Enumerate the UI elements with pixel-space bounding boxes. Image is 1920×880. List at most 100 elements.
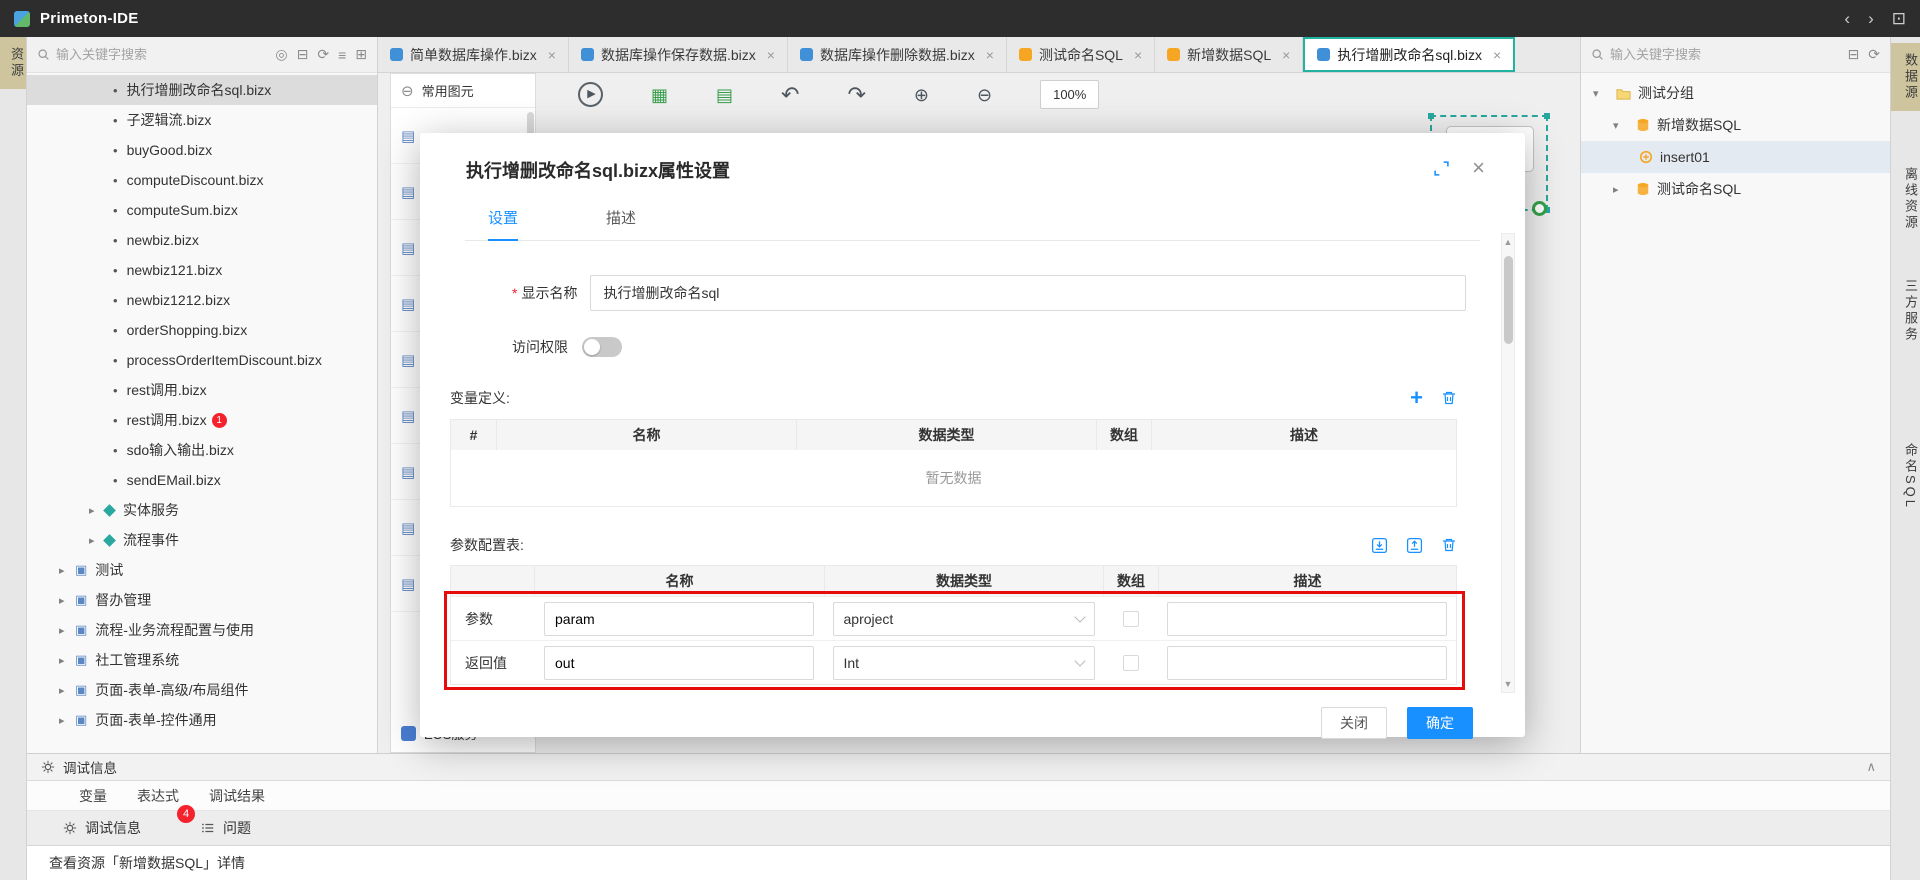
- array-checkbox[interactable]: [1123, 611, 1139, 627]
- tree-item-file[interactable]: •rest调用.bizx1: [27, 405, 377, 435]
- nav-back-icon[interactable]: ‹: [1844, 9, 1850, 29]
- tree-item-sql-statement[interactable]: insert01: [1581, 141, 1890, 173]
- param-desc-input[interactable]: [1167, 646, 1447, 680]
- add-variable-icon[interactable]: +: [1410, 387, 1423, 409]
- collapse-all-icon[interactable]: ⊟: [1848, 46, 1860, 63]
- expand-arrow-icon[interactable]: ▾: [1593, 87, 1603, 100]
- tab-debug-info[interactable]: 调试信息: [63, 818, 141, 838]
- tree-item-file[interactable]: •computeDiscount.bizx: [27, 165, 377, 195]
- editor-tab[interactable]: 数据库操作删除数据.bizx×: [788, 37, 1007, 72]
- selection-handle[interactable]: [1428, 113, 1434, 119]
- right-search-input[interactable]: [1610, 47, 1842, 62]
- close-button[interactable]: 关闭: [1321, 707, 1387, 739]
- strip-tab-named-sql[interactable]: 命名SQL: [1891, 433, 1920, 520]
- tab-close-icon[interactable]: ×: [1282, 47, 1290, 63]
- new-file-icon[interactable]: ⊞: [355, 46, 367, 63]
- tree-item-file[interactable]: •newbiz1212.bizx: [27, 285, 377, 315]
- tree-item-project[interactable]: ▸▣社工管理系统: [27, 645, 377, 675]
- param-desc-input[interactable]: [1167, 602, 1447, 636]
- zoom-out-icon[interactable]: ⊖: [977, 86, 992, 104]
- expand-arrow-icon[interactable]: ▸: [59, 564, 69, 577]
- array-checkbox[interactable]: [1123, 655, 1139, 671]
- import-icon[interactable]: [1371, 537, 1388, 554]
- export-icon[interactable]: [1406, 537, 1423, 554]
- tab-close-icon[interactable]: ×: [1134, 47, 1142, 63]
- tree-item-file[interactable]: •buyGood.bizx: [27, 135, 377, 165]
- tree-item-file[interactable]: •newbiz121.bizx: [27, 255, 377, 285]
- expand-arrow-icon[interactable]: ▸: [1613, 183, 1623, 196]
- tree-item-file[interactable]: •newbiz.bizx: [27, 225, 377, 255]
- subtab-debug-result[interactable]: 调试结果: [209, 786, 265, 810]
- tree-item-file[interactable]: •processOrderItemDiscount.bizx: [27, 345, 377, 375]
- editor-tab[interactable]: 简单数据库操作.bizx×: [378, 37, 569, 72]
- left-search-input[interactable]: [56, 47, 269, 62]
- tree-item-file[interactable]: •执行增删改命名sql.bizx: [27, 75, 377, 105]
- tab-close-icon[interactable]: ×: [767, 47, 775, 63]
- close-icon[interactable]: ×: [1472, 157, 1485, 179]
- tree-item-sql[interactable]: ▸ 测试命名SQL: [1581, 173, 1890, 205]
- strip-tab-datasource[interactable]: 数据源: [1891, 43, 1920, 111]
- editor-tab-active[interactable]: 执行增删改命名sql.bizx×: [1303, 37, 1515, 72]
- redo-icon[interactable]: ↷: [847, 84, 865, 106]
- param-type-select[interactable]: aproject: [833, 602, 1095, 636]
- tree-item-project[interactable]: ▸▣页面-表单-高级/布局组件: [27, 675, 377, 705]
- scrollbar-thumb[interactable]: [1504, 256, 1513, 344]
- tree-item-service-group[interactable]: ▸实体服务: [27, 495, 377, 525]
- layout-toggle-icon[interactable]: ⊡: [1892, 9, 1906, 29]
- delete-param-icon[interactable]: [1441, 537, 1457, 553]
- subtab-expressions[interactable]: 表达式: [137, 786, 179, 810]
- tree-item-project[interactable]: ▸▣督办管理: [27, 585, 377, 615]
- editor-tab[interactable]: 新增数据SQL×: [1155, 37, 1303, 72]
- param-type-select[interactable]: Int: [833, 646, 1095, 680]
- scroll-up-icon[interactable]: ▲: [1504, 237, 1513, 247]
- panel-collapse-icon[interactable]: ∧: [1866, 759, 1876, 775]
- tab-problems[interactable]: 4 问题: [201, 818, 251, 838]
- tree-item-file[interactable]: •rest调用.bizx: [27, 375, 377, 405]
- expand-arrow-icon[interactable]: ▾: [1613, 119, 1623, 132]
- undo-icon[interactable]: ↶: [781, 84, 799, 106]
- zoom-level-control[interactable]: 100%: [1040, 80, 1099, 109]
- locate-icon[interactable]: ◎: [275, 46, 287, 63]
- collapse-section-icon[interactable]: ⊖: [401, 82, 414, 100]
- debug-run-icon[interactable]: ▶: [578, 82, 603, 107]
- tree-item-service-group[interactable]: ▸流程事件: [27, 525, 377, 555]
- tree-item-file[interactable]: •computeSum.bizx: [27, 195, 377, 225]
- nav-forward-icon[interactable]: ›: [1868, 9, 1874, 29]
- expand-arrow-icon[interactable]: ▸: [59, 594, 69, 607]
- element-grid-icon[interactable]: ▦: [651, 86, 668, 104]
- maximize-icon[interactable]: [1433, 160, 1450, 177]
- tab-close-icon[interactable]: ×: [986, 47, 994, 63]
- refresh-icon[interactable]: ⟳: [317, 46, 329, 63]
- tab-close-icon[interactable]: ×: [1493, 47, 1501, 63]
- tree-item-project[interactable]: ▸▣流程-业务流程配置与使用: [27, 615, 377, 645]
- strip-tab-resources[interactable]: 资源: [0, 37, 26, 89]
- tree-item-file[interactable]: •子逻辑流.bizx: [27, 105, 377, 135]
- collapse-all-icon[interactable]: ⊟: [297, 46, 309, 63]
- tree-item-group[interactable]: ▾ 测试分组: [1581, 77, 1890, 109]
- expand-arrow-icon[interactable]: ▸: [59, 714, 69, 727]
- display-name-input[interactable]: [590, 275, 1466, 311]
- tree-item-file[interactable]: •sendEMail.bizx: [27, 465, 377, 495]
- expand-arrow-icon[interactable]: ▸: [59, 654, 69, 667]
- tree-item-project[interactable]: ▸▣页面-表单-控件通用: [27, 705, 377, 735]
- node-connector-port[interactable]: [1532, 201, 1547, 216]
- tree-item-file[interactable]: •sdo输入输出.bizx: [27, 435, 377, 465]
- access-permission-toggle[interactable]: [582, 337, 622, 357]
- tree-item-file[interactable]: •orderShopping.bizx: [27, 315, 377, 345]
- tree-item-project[interactable]: ▸▣测试: [27, 555, 377, 585]
- debug-info-bar[interactable]: 调试信息 ∧: [27, 753, 1890, 781]
- refresh-icon[interactable]: ⟳: [1868, 46, 1880, 63]
- tab-close-icon[interactable]: ×: [548, 47, 556, 63]
- sort-icon[interactable]: ≡: [338, 47, 346, 63]
- ok-button[interactable]: 确定: [1407, 707, 1473, 739]
- tab-description[interactable]: 描述: [606, 207, 636, 240]
- strip-tab-third-party-service[interactable]: 三方服务: [1891, 269, 1920, 353]
- tab-settings[interactable]: 设置: [488, 207, 518, 241]
- dialog-scrollbar[interactable]: ▲ ▼: [1501, 233, 1515, 693]
- selection-handle[interactable]: [1544, 113, 1550, 119]
- expand-arrow-icon[interactable]: ▸: [89, 504, 99, 517]
- element-table-icon[interactable]: ▤: [716, 86, 733, 104]
- subtab-variables[interactable]: 变量: [79, 786, 107, 810]
- expand-arrow-icon[interactable]: ▸: [59, 684, 69, 697]
- strip-tab-offline-resource[interactable]: 离线资源: [1891, 157, 1920, 241]
